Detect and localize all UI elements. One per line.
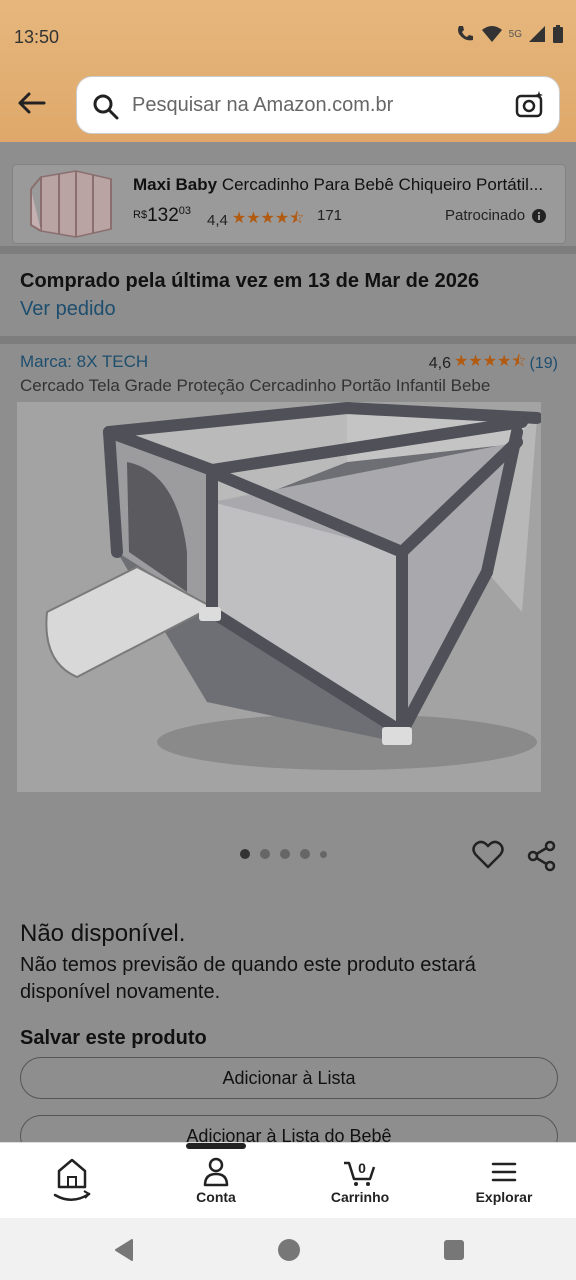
back-arrow-icon[interactable] <box>14 86 48 120</box>
carousel-dot[interactable] <box>320 850 327 858</box>
carousel-dot[interactable] <box>260 849 270 859</box>
network-label: 5G <box>508 28 522 40</box>
sponsored-label-text: Patrocinado <box>445 207 526 224</box>
nav-cart[interactable]: 0 Carrinho <box>310 1157 410 1205</box>
carousel-dot[interactable] <box>280 849 290 859</box>
camera-search-icon[interactable] <box>515 90 545 120</box>
system-navigation-bar <box>0 1218 576 1280</box>
nav-account-label: Conta <box>196 1189 236 1205</box>
carousel-dot[interactable] <box>300 849 310 859</box>
image-carousel-dots[interactable] <box>240 849 327 859</box>
last-purchased-text: Comprado pela última vez em 13 de Mar de… <box>20 270 480 292</box>
account-icon <box>203 1157 229 1187</box>
system-icons: 5G <box>455 24 564 44</box>
view-order-link[interactable]: Ver pedido <box>20 298 116 321</box>
info-icon[interactable] <box>531 208 547 224</box>
playpen-illustration <box>45 402 541 770</box>
unavailable-heading: Não disponível. <box>20 920 186 947</box>
status-bar: 13:50 5G <box>0 0 576 70</box>
price-whole: 132 <box>147 205 179 226</box>
carousel-dot-active[interactable] <box>240 849 250 859</box>
product-review-count: (19) <box>529 354 558 372</box>
sponsored-title-text: Cercadinho Para Bebê Chiqueiro Portátil.… <box>221 175 543 194</box>
star-rating-icon: ★★★★⯪ <box>231 210 305 227</box>
product-image[interactable] <box>17 402 541 792</box>
unavailable-text: Não temos previsão de quando este produt… <box>20 954 476 1003</box>
status-time: 13:50 <box>14 27 60 47</box>
sponsored-brand: Maxi Baby <box>133 175 218 194</box>
search-icon <box>93 94 119 120</box>
nav-home[interactable] <box>22 1157 122 1205</box>
sponsored-ad[interactable]: Maxi Baby Cercadinho Para Bebê Chiqueiro… <box>12 164 566 244</box>
sponsored-price: R$13203 <box>133 205 191 227</box>
sponsored-product-image <box>30 170 112 238</box>
share-icon[interactable] <box>526 840 558 872</box>
system-back-icon[interactable] <box>112 1238 136 1262</box>
nav-account[interactable]: Conta <box>166 1157 266 1205</box>
sponsored-title[interactable]: Maxi Baby Cercadinho Para Bebê Chiqueiro… <box>133 175 543 195</box>
brand-link[interactable]: Marca: 8X TECH <box>20 352 148 372</box>
product-title: Cercado Tela Grade Proteção Cercadinho P… <box>20 376 491 395</box>
drag-handle[interactable] <box>186 1143 246 1149</box>
section-divider <box>0 246 576 254</box>
signal-icon <box>529 26 545 42</box>
cart-count: 0 <box>358 1160 366 1176</box>
home-icon <box>53 1158 91 1201</box>
nav-explore-label: Explorar <box>475 1189 533 1205</box>
bottom-nav: Conta 0 Carrinho Explorar <box>0 1142 576 1218</box>
price-cents: 03 <box>178 205 192 217</box>
section-divider <box>0 336 576 344</box>
wifi-icon <box>481 26 502 42</box>
add-to-list-button[interactable]: Adicionar à Lista <box>20 1057 558 1099</box>
sponsored-rating-value: 4,4 <box>207 212 228 229</box>
sponsored-review-count: 171 <box>317 207 343 224</box>
price-currency: R$ <box>133 209 148 221</box>
battery-icon <box>553 25 563 43</box>
menu-icon <box>491 1162 517 1182</box>
search-bar[interactable]: Pesquisar na Amazon.com.br <box>76 76 560 134</box>
product-rating-value: 4,6 <box>428 354 452 372</box>
phone-call-icon <box>457 26 473 41</box>
system-home-icon[interactable] <box>277 1238 301 1262</box>
star-rating-icon: ★★★★⯪ <box>454 353 527 370</box>
system-recents-icon[interactable] <box>442 1238 466 1262</box>
search-placeholder: Pesquisar na Amazon.com.br <box>132 94 394 116</box>
heart-icon[interactable] <box>472 840 504 870</box>
sponsored-rating: 4,4 ★★★★⯪ <box>207 207 304 234</box>
sponsored-label[interactable]: Patrocinado <box>445 207 547 224</box>
cart-icon: 0 <box>344 1160 376 1186</box>
nav-cart-label: Carrinho <box>330 1189 390 1205</box>
product-rating[interactable]: 4,6 ★★★★⯪ (19) <box>429 350 558 377</box>
nav-explore[interactable]: Explorar <box>454 1157 554 1205</box>
save-product-heading: Salvar este produto <box>20 1027 207 1049</box>
